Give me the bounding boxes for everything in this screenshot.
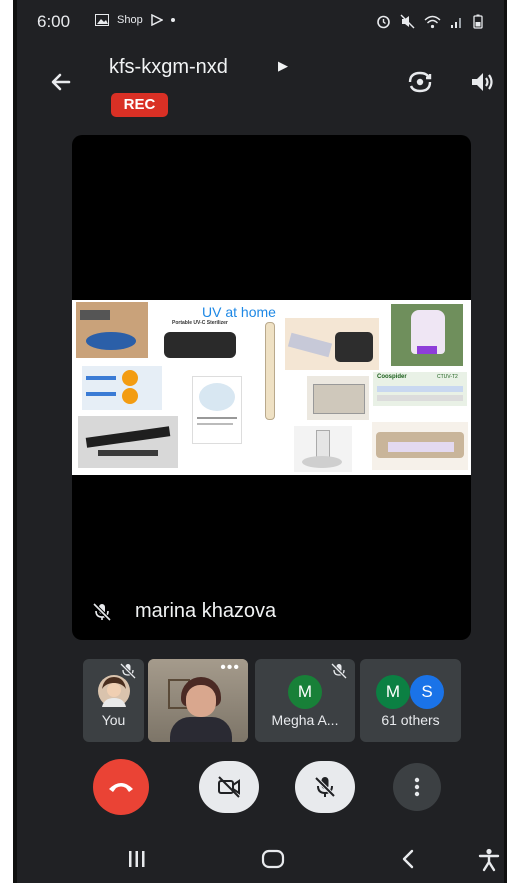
presenter-bar: marina khazova [72, 592, 471, 640]
coospider-photo: Coospider CTUV-T2 [373, 372, 467, 406]
participant-face [186, 685, 216, 717]
status-time: 6:00 [37, 12, 71, 31]
participant-tile-video[interactable]: ••• [148, 659, 248, 742]
uv-bag-photo [285, 318, 379, 370]
status-bar: 6:00 Shop [37, 10, 483, 34]
shop-notification-label: Shop [117, 14, 143, 26]
more-vert-icon [414, 777, 420, 797]
uv-box-photo [307, 376, 369, 420]
uv-vacuum-photo [391, 304, 463, 366]
image-icon [95, 14, 109, 26]
meeting-code[interactable]: kfs-kxgm-nxd [109, 56, 228, 79]
wifi-icon [424, 15, 441, 28]
uv-tray-photo [372, 422, 468, 470]
camera-off-icon [218, 776, 240, 798]
participant-tile-others[interactable]: M S 61 others [360, 659, 461, 742]
recent-apps-icon[interactable] [126, 848, 148, 870]
more-dots-icon[interactable]: ••• [220, 660, 240, 676]
recording-badge: REC [111, 93, 168, 117]
participant-name: You [101, 712, 126, 728]
uv-wand-photo [76, 302, 148, 358]
coospider-model-label: CTUV-T2 [437, 374, 458, 380]
mic-off-icon [92, 602, 112, 622]
end-call-icon [109, 783, 133, 792]
shared-slide: UV at home Portable UV-C Sterilizer Coos… [72, 300, 471, 475]
participant-name: 61 others [381, 712, 440, 728]
uv-flashlight-photo [78, 416, 178, 468]
camera-toggle-button[interactable] [199, 761, 259, 813]
status-left-icons: Shop [95, 14, 175, 26]
play-store-icon [150, 14, 163, 26]
portable-sterilizer-photo: Portable UV-C Sterilizer [162, 320, 238, 366]
speaker-icon[interactable] [468, 68, 496, 96]
end-call-button[interactable] [93, 759, 149, 815]
accessibility-icon[interactable] [478, 848, 500, 872]
mic-off-icon [314, 776, 336, 798]
switch-camera-icon[interactable] [406, 68, 434, 96]
participant-tile-megha[interactable]: M Megha A... [255, 659, 355, 742]
presenter-name: marina khazova [135, 600, 277, 622]
alarm-icon [377, 15, 390, 29]
uv-lamp-photo [294, 426, 352, 472]
back-arrow-icon[interactable] [47, 68, 75, 96]
sterilizer-label: Portable UV-C Sterilizer [172, 320, 228, 326]
participant-tile-you[interactable]: You [83, 659, 144, 742]
slide-title: UV at home [202, 304, 276, 320]
avatar [98, 675, 130, 707]
coospider-label: Coospider [377, 374, 407, 380]
battery-icon [473, 14, 483, 29]
mic-off-icon [331, 663, 347, 679]
mute-icon [400, 14, 415, 29]
more-options-button[interactable] [393, 763, 441, 811]
caret-right-icon[interactable]: ▶ [278, 58, 288, 74]
signal-icon [451, 17, 461, 28]
presentation-tile[interactable]: UV at home Portable UV-C Sterilizer Coos… [72, 135, 471, 640]
meet-screen: 6:00 Shop kfs-kxgm-nxd ▶ REC UV at home … [13, 0, 507, 883]
uv-toilet-photo [192, 376, 242, 444]
status-right-icons [376, 14, 483, 29]
screen-edge-left [13, 0, 17, 883]
uv-light-stick-photo [259, 320, 279, 420]
uv-chart-photo [82, 366, 162, 410]
mic-toggle-button[interactable] [295, 761, 355, 813]
screen-edge-right [504, 0, 507, 883]
home-icon[interactable] [260, 848, 286, 870]
participant-body [170, 717, 232, 742]
dot-icon [170, 18, 175, 22]
avatar-initial: M [376, 675, 410, 709]
participant-name: Megha A... [271, 712, 339, 728]
back-nav-icon[interactable] [398, 848, 418, 870]
avatar-initial: M [288, 675, 322, 709]
avatar-initial: S [410, 675, 444, 709]
